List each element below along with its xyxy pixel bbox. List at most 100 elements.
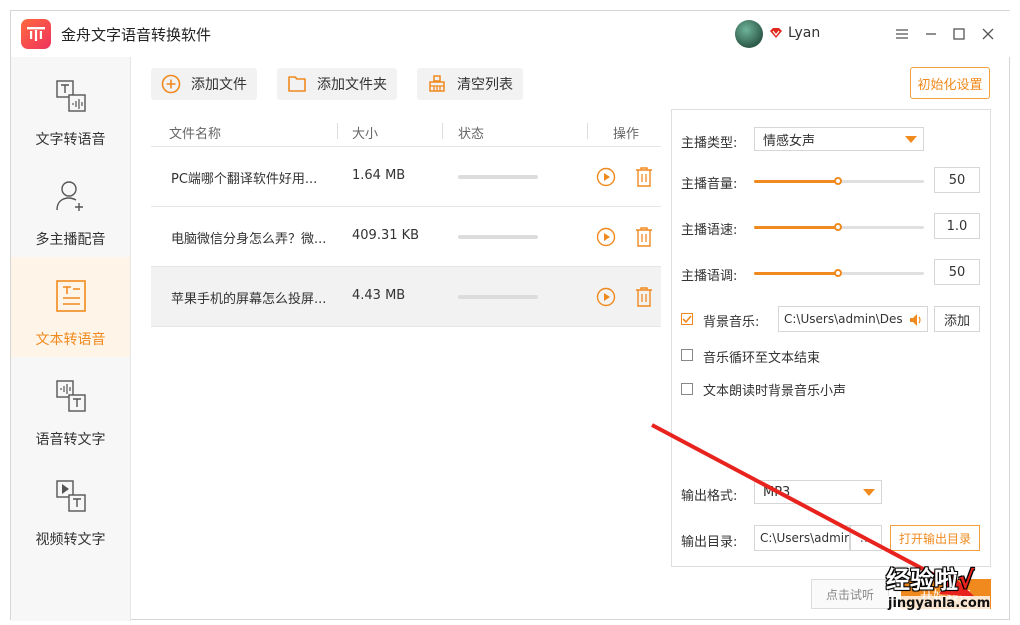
bgm-label: 背景音乐:	[703, 315, 760, 330]
play-icon[interactable]	[596, 287, 616, 307]
bgm-path-field[interactable]: C:\Users\admin\Des	[778, 306, 928, 332]
column-header-status: 状态	[458, 127, 485, 142]
plus-circle-icon	[161, 74, 181, 94]
column-divider	[587, 123, 588, 139]
loop-checkbox[interactable]	[681, 349, 693, 361]
sidebar-item-video-to-text[interactable]: 视频转文字	[11, 457, 130, 557]
chevron-down-icon	[905, 136, 917, 143]
sidebar-item-text-to-speech[interactable]: 文字转语音	[11, 57, 130, 157]
app-title: 金舟文字语音转换软件	[61, 26, 212, 44]
open-output-dir-button[interactable]: 打开输出目录	[890, 525, 980, 551]
column-header-size: 大小	[352, 127, 379, 142]
file-size: 4.43 MB	[352, 288, 406, 303]
column-header-name: 文件名称	[169, 127, 222, 142]
maximize-icon[interactable]	[948, 23, 970, 45]
status-progress-bar	[458, 175, 538, 179]
check-icon	[682, 315, 692, 324]
speech-to-text-icon	[55, 380, 86, 412]
trash-icon[interactable]	[634, 286, 654, 308]
document-text-icon	[55, 280, 86, 312]
volume-slider[interactable]	[754, 177, 924, 185]
app-logo-icon	[21, 19, 51, 49]
bgm-path-value: C:\Users\admin\Des	[784, 312, 903, 326]
anchor-type-value: 情感女声	[763, 133, 816, 149]
loop-label: 音乐循环至文本结束	[703, 351, 821, 366]
sidebar-item-speech-to-text[interactable]: 语音转文字	[11, 357, 130, 457]
vip-diamond-icon	[770, 28, 782, 38]
dir-label: 输出目录:	[681, 535, 738, 550]
pitch-input[interactable]: 50	[934, 259, 980, 285]
slider-fill	[754, 226, 838, 229]
file-name: 电脑微信分身怎么弄？微...	[171, 232, 327, 247]
anchor-type-label: 主播类型:	[681, 136, 738, 151]
trash-icon[interactable]	[634, 166, 654, 188]
duck-label: 文本朗读时背景音乐小声	[703, 384, 847, 399]
close-icon[interactable]	[977, 23, 999, 45]
column-divider	[337, 123, 338, 139]
title-bar: 金舟文字语音转换软件 Lyan	[11, 11, 1011, 57]
clear-list-label: 清空列表	[457, 77, 513, 93]
file-name: 苹果手机的屏幕怎么投屏...	[171, 292, 327, 307]
file-size: 1.64 MB	[352, 168, 406, 183]
table-row[interactable]: 苹果手机的屏幕怎么投屏... 4.43 MB	[151, 267, 661, 327]
chevron-down-icon	[863, 489, 875, 496]
try-listen-button[interactable]: 点击试听	[811, 579, 889, 609]
volume-input[interactable]: 50	[934, 167, 980, 193]
text-to-speech-icon	[55, 80, 86, 112]
format-select[interactable]: MP3	[754, 480, 882, 504]
sidebar-item-label: 文字转语音	[35, 132, 106, 148]
column-divider	[442, 123, 443, 139]
file-table-header: 文件名称 大小 状态 操作	[151, 115, 661, 147]
table-row[interactable]: PC端哪个翻译软件好用... 1.64 MB	[151, 147, 661, 207]
play-icon[interactable]	[596, 227, 616, 247]
table-row[interactable]: 电脑微信分身怎么弄？微... 409.31 KB	[151, 207, 661, 267]
avatar[interactable]	[735, 20, 763, 48]
play-icon[interactable]	[596, 167, 616, 187]
file-name: PC端哪个翻译软件好用...	[171, 172, 318, 187]
settings-panel: 主播类型: 情感女声 主播音量: 50 主播语速: 1.0 主播语调: 50 背…	[671, 109, 991, 567]
format-label: 输出格式:	[681, 489, 738, 504]
speed-label: 主播语速:	[681, 223, 738, 238]
sidebar: 文字转语音 多主播配音 文本转语音 语音转文字 视频转文字	[11, 57, 131, 621]
status-progress-bar	[458, 295, 538, 299]
video-to-text-icon	[55, 480, 86, 512]
bgm-checkbox[interactable]	[681, 313, 693, 325]
sidebar-item-label: 文本转语音	[35, 332, 106, 348]
watermark-url: jingyanla.com	[888, 596, 991, 611]
slider-fill	[754, 272, 838, 275]
init-settings-button[interactable]: 初始化设置	[910, 67, 990, 99]
clear-list-button[interactable]: 清空列表	[417, 68, 523, 100]
user-name[interactable]: Lyan	[788, 25, 820, 41]
slider-handle[interactable]	[834, 269, 842, 277]
column-header-action: 操作	[613, 127, 640, 142]
duck-checkbox[interactable]	[681, 383, 693, 395]
sidebar-item-text-file-to-speech[interactable]: 文本转语音	[11, 257, 130, 357]
anchor-type-select[interactable]: 情感女声	[754, 127, 924, 151]
volume-label: 主播音量:	[681, 177, 738, 192]
add-file-label: 添加文件	[191, 77, 247, 93]
broom-icon	[429, 75, 445, 92]
minimize-icon[interactable]	[920, 23, 942, 45]
add-folder-button[interactable]: 添加文件夹	[277, 68, 397, 100]
pitch-label: 主播语调:	[681, 269, 738, 284]
speaker-icon[interactable]	[909, 313, 923, 327]
format-value: MP3	[763, 484, 791, 500]
sidebar-item-label: 语音转文字	[35, 432, 106, 448]
add-file-button[interactable]: 添加文件	[151, 68, 257, 100]
speed-input[interactable]: 1.0	[934, 213, 980, 239]
pitch-slider[interactable]	[754, 269, 924, 277]
folder-icon	[288, 76, 306, 92]
slider-fill	[754, 180, 838, 183]
sidebar-item-multi-anchor[interactable]: 多主播配音	[11, 157, 130, 257]
browse-dir-button[interactable]: ...	[850, 525, 882, 551]
sidebar-item-label: 视频转文字	[35, 532, 106, 548]
slider-handle[interactable]	[834, 177, 842, 185]
bgm-add-button[interactable]: 添加	[934, 306, 980, 332]
speed-slider[interactable]	[754, 223, 924, 231]
add-folder-label: 添加文件夹	[317, 77, 387, 93]
trash-icon[interactable]	[634, 226, 654, 248]
menu-icon[interactable]	[891, 23, 913, 45]
output-dir-field[interactable]: C:\Users\admir	[754, 525, 850, 551]
slider-handle[interactable]	[834, 223, 842, 231]
app-window: 金舟文字语音转换软件 Lyan 文字转语音 多主播配音 文本转语音 语音转文字 …	[10, 10, 1011, 621]
